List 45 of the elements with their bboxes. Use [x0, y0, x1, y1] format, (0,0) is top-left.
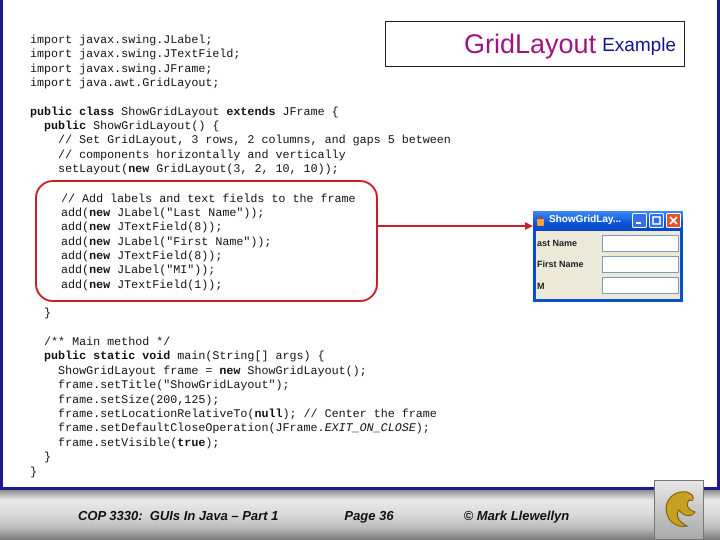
code-line: public class ShowGridLayout extends JFrame {: [30, 104, 340, 119]
copyright: © Mark Llewellyn: [464, 508, 570, 522]
code-line: frame.setSize(200,125);: [57, 392, 220, 407]
slide-subtitle: Example: [602, 35, 676, 57]
code-line: // Add labels and text fields to the frame: [61, 192, 357, 206]
code-line: // Set GridLayout, 3 rows, 2 columns, and gaps 5 between: [57, 133, 452, 148]
code-line: /** Main method */: [43, 335, 172, 350]
code-line: public static void main(String[] args) {: [43, 349, 326, 364]
code-line: setLayout(new GridLayout(3, 2, 10, 10));: [57, 162, 340, 177]
code-line: import java.awt.GridLayout;: [30, 76, 220, 91]
input-field[interactable]: [602, 277, 679, 294]
code-line: }: [30, 464, 38, 479]
maximize-icon: [652, 216, 661, 226]
field-label: ast Name: [537, 236, 578, 250]
slide-title: GridLayout: [464, 28, 596, 60]
code-line: public ShowGridLayout() {: [43, 118, 220, 134]
code-line: frame.setLocationRelativeTo(null); // Center the frame: [57, 406, 438, 422]
input-field[interactable]: [602, 234, 679, 252]
code-line: frame.setTitle("ShowGridLayout");: [57, 378, 291, 393]
maximize-button[interactable]: [649, 213, 664, 228]
code-line: }: [43, 306, 52, 321]
page-number: Page 36: [344, 508, 394, 522]
code-line: add(new JLabel("First Name"));: [61, 234, 272, 250]
code-line: frame.setDefaultCloseOperation(JFrame.EXIT_ON_CLOSE);: [57, 421, 431, 436]
field-label: First Name: [537, 258, 584, 272]
code-line: // components horizontally and vertically: [57, 148, 347, 162]
code-line: add(new JTextField(8));: [61, 249, 224, 264]
code-line: import javax.swing.JTextField;: [30, 47, 240, 62]
code-line: add(new JTextField(1));: [61, 278, 224, 292]
close-button[interactable]: [666, 213, 681, 228]
course-title: COP 3330: GUIs In Java – Part 1: [78, 508, 278, 522]
field-label: M: [537, 280, 544, 293]
input-field[interactable]: [602, 256, 679, 273]
code-line: add(new JTextField(8));: [61, 220, 224, 235]
cup-icon: [535, 214, 547, 227]
window-title: ShowGridLay...: [549, 213, 622, 228]
code-line: add(new JLabel("MI"));: [61, 263, 216, 278]
code-line: import javax.swing.JFrame;: [30, 62, 214, 76]
close-icon: [669, 216, 678, 226]
code-line: }: [43, 450, 52, 465]
code-line: frame.setVisible(true);: [57, 436, 220, 450]
minimize-button[interactable]: [632, 213, 647, 228]
code-line: import javax.swing.JLabel;: [30, 33, 214, 48]
code-line: add(new JLabel("Last Name"));: [61, 206, 266, 220]
code-line: ShowGridLayout frame = new ShowGridLayout();: [57, 364, 368, 378]
